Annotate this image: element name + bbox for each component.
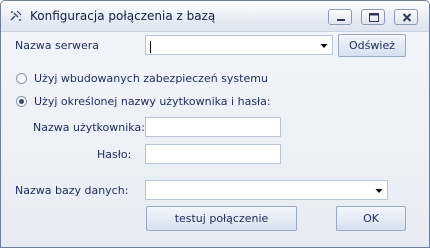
username-field[interactable] <box>145 117 281 137</box>
maximize-button[interactable] <box>361 9 385 25</box>
minimize-button[interactable] <box>328 9 352 25</box>
test-connection-button[interactable]: testuj połączenie <box>146 206 297 231</box>
username-label: Nazwa użytkownika: <box>33 121 145 134</box>
close-button[interactable] <box>394 9 418 25</box>
custom-auth-label[interactable]: Użyj określonej nazwy użytkownika i hasł… <box>34 95 271 108</box>
system-auth-label[interactable]: Użyj wbudowanych zabezpieczeń systemu <box>34 72 268 85</box>
database-name-combobox[interactable] <box>145 180 388 200</box>
chevron-down-icon[interactable] <box>374 181 384 199</box>
maximize-icon <box>369 13 379 22</box>
chevron-down-icon[interactable] <box>319 36 329 54</box>
server-name-combobox[interactable] <box>145 35 333 55</box>
password-field[interactable] <box>145 144 281 164</box>
password-label: Hasło: <box>97 148 132 161</box>
radio-custom-auth[interactable] <box>16 96 27 107</box>
server-name-label: Nazwa serwera <box>15 39 100 52</box>
window-title: Konfiguracja połączenia z bazą <box>30 9 216 23</box>
close-icon <box>402 13 412 22</box>
connection-config-dialog: Konfiguracja połączenia z bazą Nazwa ser… <box>0 0 430 248</box>
ok-button[interactable]: OK <box>336 206 406 231</box>
refresh-button[interactable]: Odśwież <box>338 34 406 57</box>
title-bar[interactable]: Konfiguracja połączenia z bazą <box>1 1 429 32</box>
database-name-label: Nazwa bazy danych: <box>15 184 129 197</box>
text-caret <box>150 41 151 53</box>
radio-system-auth[interactable] <box>16 73 27 84</box>
minimize-icon <box>337 19 345 21</box>
database-plug-icon <box>9 9 23 23</box>
